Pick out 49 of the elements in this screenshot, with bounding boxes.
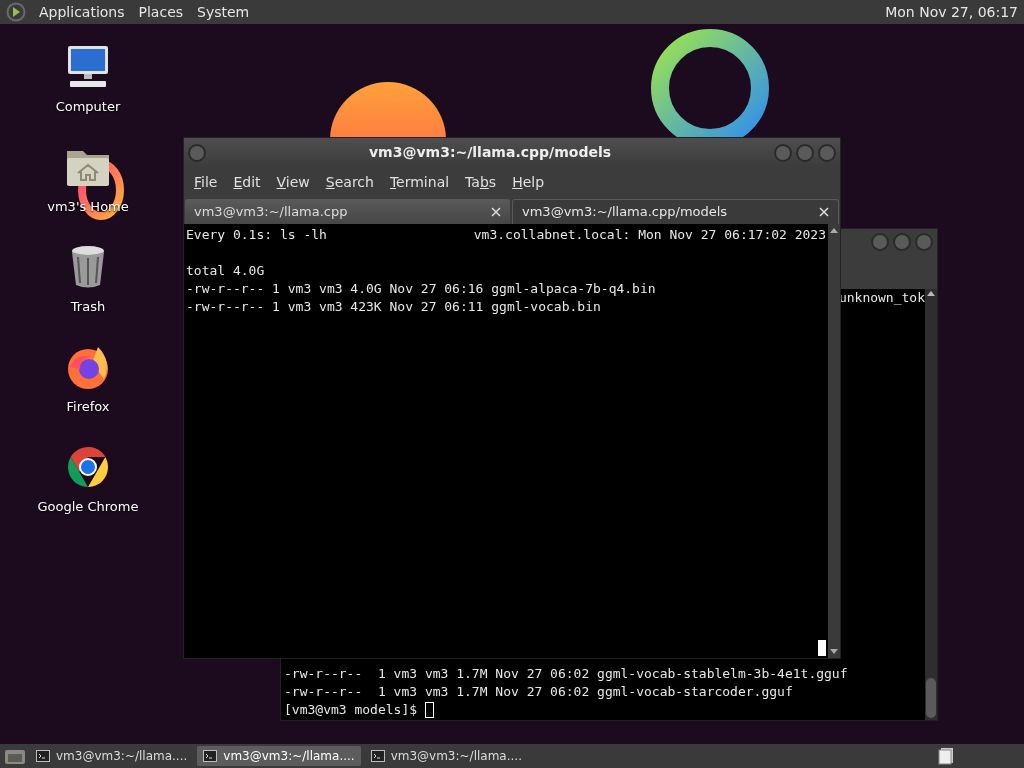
menu-item[interactable]: Help [504, 169, 553, 195]
terminal-line: -rw-r--r-- 1 vm3 vm3 1.7M Nov 27 06:02 ggml-vocab-stablelm-3b-4e1t.gguf [284, 665, 848, 683]
menu-item[interactable]: Edit [225, 169, 269, 195]
terminal-line: -rw-r--r-- 1 vm3 vm3 423K Nov 27 06:11 ggml-vocab.bin [186, 298, 602, 316]
terminal-icon [203, 750, 218, 762]
terminal-line: Every 0.1s: ls -lh [186, 226, 327, 244]
scrollbar[interactable] [828, 224, 840, 658]
terminal-icon [36, 750, 50, 762]
close-icon[interactable] [819, 207, 829, 217]
window-control-button[interactable] [915, 233, 933, 251]
terminal-line: vm3.collabnet.local: Mon Nov 27 06:17:02 2023 [473, 226, 826, 244]
window-control-button[interactable] [818, 143, 836, 162]
desktop-icon-label[interactable]: Computer [55, 97, 121, 117]
menu-logo-icon[interactable] [6, 2, 26, 22]
workspace-icon[interactable] [938, 747, 954, 765]
terminal-line: unknown_tok [838, 289, 925, 307]
menu-item[interactable]: Tabs [457, 169, 505, 195]
desktop-icon-label[interactable]: Google Chrome [37, 497, 139, 517]
window-control-button[interactable] [188, 143, 206, 162]
terminal-line: total 4.0G [186, 262, 266, 280]
desktop-icon-label[interactable]: Trash [70, 297, 106, 317]
menu-item[interactable]: Search [317, 169, 382, 195]
terminal-cursor [425, 702, 435, 718]
taskbar-button[interactable]: vm3@vm3:~/llama.... [364, 746, 528, 766]
terminal-cursor [818, 640, 826, 656]
clock[interactable]: Mon Nov 27, 06:17 [885, 1, 1018, 23]
panel-menu[interactable]: System [190, 1, 257, 23]
desktop-icon-label[interactable]: Firefox [66, 397, 110, 417]
terminal-line: -rw-r--r-- 1 vm3 vm3 1.7M Nov 27 06:02 ggml-vocab-starcoder.gguf [284, 683, 793, 701]
terminal-tab[interactable]: vm3@vm3:~/llama.cpp [185, 199, 510, 224]
terminal-tab[interactable]: vm3@vm3:~/llama.cpp/models [512, 199, 839, 224]
close-icon[interactable] [491, 206, 501, 217]
panel-menu[interactable]: Places [131, 1, 191, 23]
terminal-line: -rw-r--r-- 1 vm3 vm3 4.0G Nov 27 06:16 ggml-alpaca-7b-q4.bin [186, 280, 657, 298]
window-control-button[interactable] [893, 233, 911, 251]
window-control-button[interactable] [774, 143, 792, 162]
menu-item[interactable]: File [186, 169, 226, 195]
window-title: vm3@vm3:~/llama.cpp/models [367, 143, 613, 162]
scrollbar[interactable] [925, 289, 937, 720]
window-control-button[interactable] [796, 143, 814, 162]
terminal-icon [370, 750, 385, 762]
taskbar-button[interactable]: vm3@vm3:~/llama.... [30, 746, 194, 766]
show-desktop-icon[interactable] [4, 747, 26, 765]
window-control-button[interactable] [871, 233, 889, 251]
taskbar-button[interactable]: vm3@vm3:~/llama.... [197, 746, 361, 766]
terminal-prompt: [vm3@vm3 models]$ [284, 701, 418, 719]
menu-item[interactable]: Terminal [381, 169, 458, 195]
menu-item[interactable]: View [268, 169, 318, 195]
panel-menu[interactable]: Applications [32, 1, 132, 23]
